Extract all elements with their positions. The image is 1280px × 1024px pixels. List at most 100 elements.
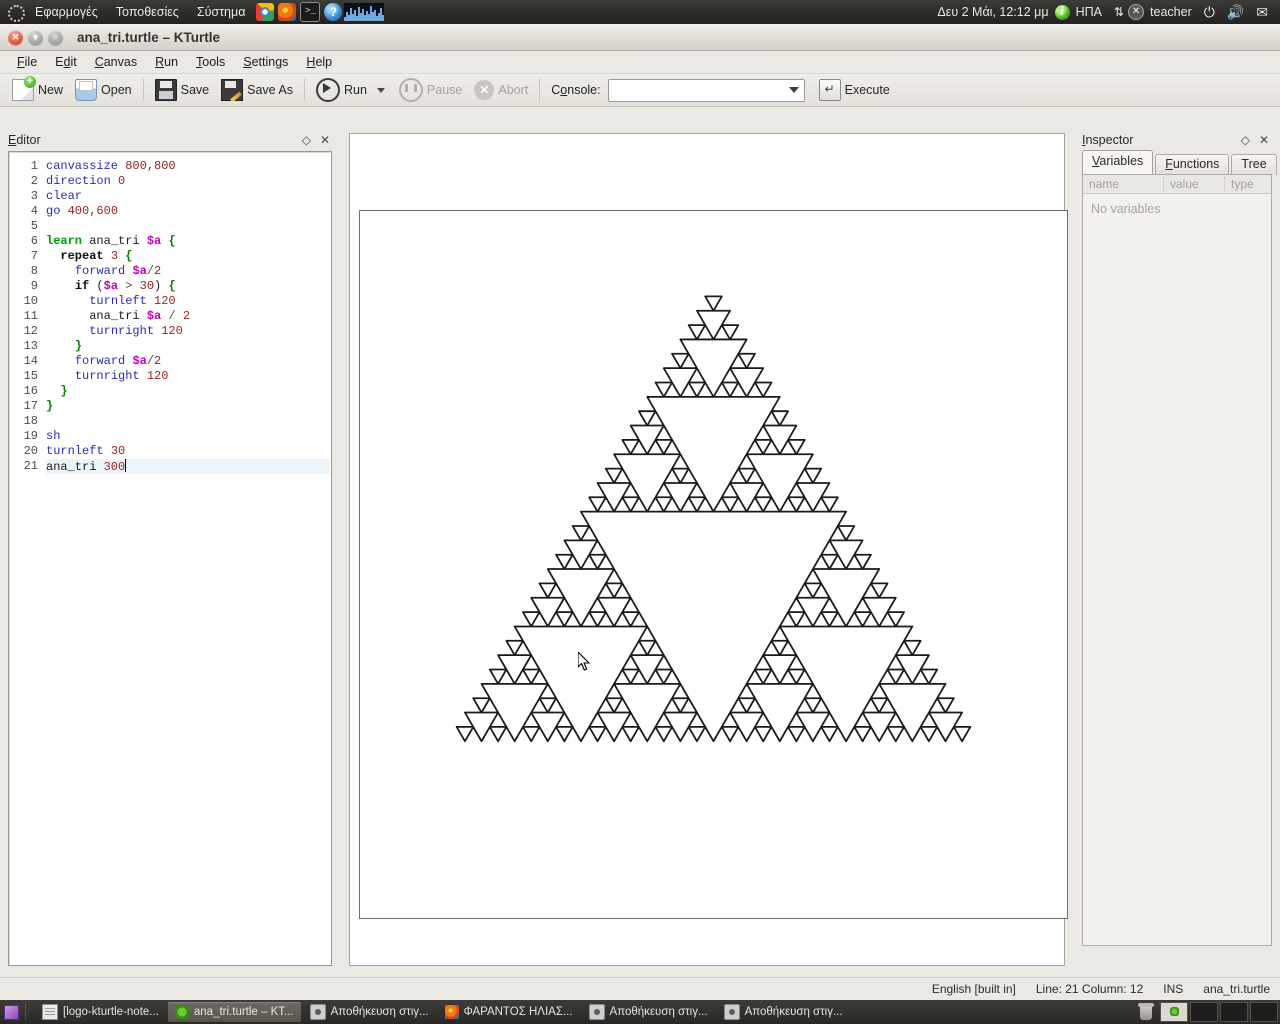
workspace-1[interactable] (1160, 1002, 1188, 1022)
volume-icon[interactable]: 🔊 (1221, 0, 1250, 24)
code-line[interactable] (46, 219, 330, 234)
chrome-icon[interactable] (256, 3, 275, 21)
workspace-3[interactable] (1220, 1002, 1248, 1022)
menu-file[interactable]: File (8, 53, 46, 71)
window-minimize-button[interactable]: ▾ (28, 29, 43, 45)
new-button[interactable]: New (6, 76, 69, 103)
code-token: 30 (110, 444, 126, 458)
save-button[interactable]: Save (149, 77, 216, 103)
code-line[interactable]: direction 0 (46, 174, 330, 189)
taskbar-item-label: ΦΑΡΑΝΤΟΣ ΗΛΙΑΣ... (463, 1006, 573, 1018)
code-token: learn (46, 234, 83, 248)
abort-button[interactable]: Abort (468, 77, 534, 103)
code-line[interactable]: } (46, 339, 330, 354)
open-button[interactable]: Open (69, 77, 138, 103)
tab-variables[interactable]: Variables (1082, 150, 1154, 175)
taskbar-item[interactable]: ana_tri.turtle – KT... (167, 1002, 301, 1022)
panel-menu-system[interactable]: Σύστημα (188, 0, 255, 24)
run-button[interactable]: Run (310, 77, 373, 103)
code-line[interactable]: repeat 3 { (46, 249, 330, 264)
info-icon[interactable]: i (1054, 4, 1070, 20)
chevron-down-icon[interactable] (376, 87, 385, 93)
code-line[interactable]: } (46, 399, 330, 414)
canvas-viewport[interactable] (349, 133, 1068, 966)
menu-help[interactable]: Help (297, 53, 341, 71)
status-filename: ana_tri.turtle (1203, 982, 1270, 996)
mail-icon[interactable]: ✉ (1250, 0, 1274, 24)
tab-tree[interactable]: Tree (1231, 154, 1277, 175)
editor-frame[interactable]: 1 2 3 4 5 6 7 8 9 10 11 12 13 14 15 16 17 18 19 20 21 canvas… (8, 151, 332, 966)
code-text[interactable]: canvassize 800,800 direction 0 clear go 400… (42, 153, 330, 474)
abort-icon (474, 80, 495, 100)
turtle-canvas[interactable] (359, 210, 1068, 919)
menu-edit[interactable]: Edit (46, 53, 86, 71)
taskbar-item[interactable]: Αποθήκευση στιγ... (303, 1002, 436, 1022)
editor-scroll-area[interactable]: 1 2 3 4 5 6 7 8 9 10 11 12 13 14 15 16 17 18 19 20 21 canvas… (10, 153, 330, 964)
show-desktop-icon[interactable] (0, 1000, 22, 1024)
menu-tools[interactable]: Tools (187, 53, 234, 71)
open-button-label: Open (101, 83, 132, 97)
code-line[interactable]: forward $a/2 (46, 264, 330, 279)
workspace-switcher[interactable] (1160, 1002, 1280, 1022)
code-line[interactable]: ana_tri 300 (46, 459, 330, 474)
code-line[interactable] (46, 414, 330, 429)
code-token: canvassize (46, 159, 119, 173)
execute-button[interactable]: Execute (813, 77, 896, 103)
code-line[interactable]: go 400,600 (46, 204, 330, 219)
code-line[interactable]: clear (46, 189, 330, 204)
system-monitor-icon[interactable] (344, 3, 385, 21)
console-input[interactable] (607, 78, 805, 102)
trash-icon[interactable] (1136, 1003, 1156, 1021)
firefox-icon[interactable] (278, 3, 297, 21)
workspace-2[interactable] (1190, 1002, 1218, 1022)
window-close-button[interactable]: ✕ (8, 29, 23, 45)
execute-icon (818, 79, 841, 101)
code-area[interactable]: 1 2 3 4 5 6 7 8 9 10 11 12 13 14 15 16 17 18 19 20 21 canvas… (10, 153, 330, 474)
panel-menu-applications[interactable]: Εφαρμογές (26, 0, 107, 24)
code-line[interactable]: turnright 120 (46, 324, 330, 339)
user-name[interactable]: teacher (1144, 0, 1198, 24)
taskbar-item[interactable]: Αποθήκευση στιγ... (582, 1002, 715, 1022)
workspace-4[interactable] (1250, 1002, 1278, 1022)
taskbar-item[interactable]: Αποθήκευση στιγ... (717, 1002, 850, 1022)
tab-functions[interactable]: Functions (1155, 154, 1230, 175)
float-icon[interactable]: ◇ (302, 134, 311, 146)
power-icon[interactable]: ⏻ (1198, 0, 1221, 24)
ubuntu-logo-icon[interactable] (7, 4, 25, 22)
taskbar-item[interactable]: [logo-kturtle-note... (35, 1002, 166, 1022)
close-icon[interactable]: ✕ (1259, 134, 1269, 146)
save-as-button[interactable]: Save As (215, 77, 299, 103)
inspector-content: name value type No variables (1082, 174, 1272, 946)
code-line[interactable]: sh (46, 429, 330, 444)
pause-button[interactable]: Pause (393, 77, 468, 103)
float-icon[interactable]: ◇ (1241, 134, 1250, 146)
panel-menu-places[interactable]: Τοποθεσίες (107, 0, 188, 24)
panel-clock[interactable]: Δευ 2 Μάι, 12:12 μμ (931, 0, 1054, 24)
network-icon[interactable]: ⇅ (1108, 0, 1128, 24)
menu-canvas[interactable]: Canvas (86, 53, 146, 71)
terminal-icon[interactable]: >_ (300, 2, 321, 22)
code-line[interactable]: turnleft 30 (46, 444, 330, 459)
chevron-down-icon[interactable] (788, 86, 799, 93)
code-line[interactable]: ana_tri $a / 2 (46, 309, 330, 324)
help-icon[interactable]: ? (324, 3, 343, 21)
keyboard-layout-indicator[interactable]: ΗΠΑ (1070, 0, 1108, 24)
window-maximize-button[interactable]: ▫ (48, 29, 63, 45)
code-line[interactable]: turnright 120 (46, 369, 330, 384)
firefox-icon (444, 1005, 459, 1019)
menu-settings[interactable]: Settings (234, 53, 297, 71)
code-line[interactable]: canvassize 800,800 (46, 159, 330, 174)
close-icon[interactable]: ✕ (320, 134, 330, 146)
code-line[interactable]: turnleft 120 (46, 294, 330, 309)
code-line[interactable]: forward $a/2 (46, 354, 330, 369)
window-titlebar[interactable]: ✕ ▾ ▫ ana_tri.turtle – KTurtle (0, 24, 1280, 51)
menu-run[interactable]: Run (146, 53, 187, 71)
code-line[interactable]: learn ana_tri $a { (46, 234, 330, 249)
code-line[interactable]: if ($a > 30) { (46, 279, 330, 294)
taskbar-item[interactable]: ΦΑΡΑΝΤΟΣ ΗΛΙΑΣ... (438, 1002, 580, 1022)
code-line[interactable]: } (46, 384, 330, 399)
user-status-icon[interactable]: ✕ (1128, 4, 1145, 20)
